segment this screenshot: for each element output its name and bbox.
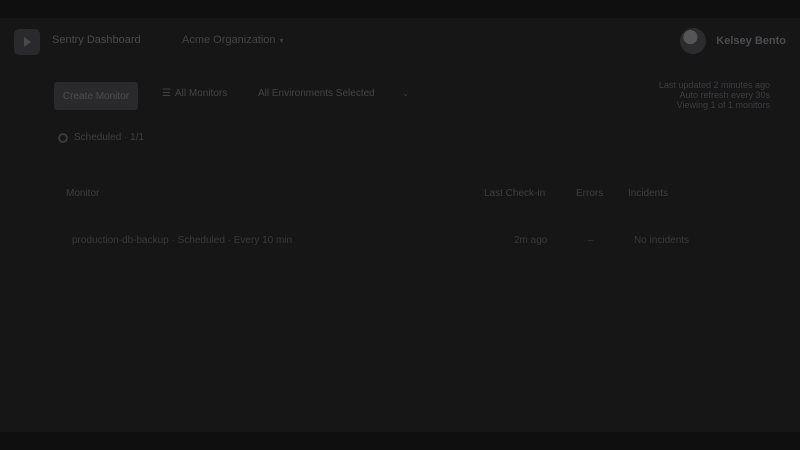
filter-label: All Monitors bbox=[174, 88, 228, 99]
play-glyph-icon bbox=[24, 37, 31, 47]
column-header-last-check-in[interactable]: Last Check-in bbox=[484, 188, 545, 199]
play-box-icon[interactable] bbox=[14, 29, 40, 55]
column-header-incidents[interactable]: Incidents bbox=[628, 188, 668, 199]
user-name: Kelsey Bento bbox=[716, 35, 786, 47]
column-header-errors[interactable]: Errors bbox=[576, 188, 603, 199]
project-switcher[interactable]: Acme Organization ▾ bbox=[182, 34, 284, 46]
toolbar: Create Monitor ☰ All Monitors All Enviro… bbox=[0, 80, 800, 114]
user-menu[interactable]: Kelsey Bento bbox=[680, 28, 786, 54]
status-row: Scheduled · 1/1 bbox=[58, 132, 144, 143]
meta-line: Last updated 2 minutes ago bbox=[658, 80, 770, 90]
app-window: Sentry Dashboard Acme Organization ▾ Kel… bbox=[0, 18, 800, 432]
column-header-monitor[interactable]: Monitor bbox=[66, 188, 99, 199]
avatar[interactable] bbox=[680, 28, 707, 54]
incidents-cell: No incidents bbox=[634, 235, 690, 246]
filter-icon: ☰ bbox=[162, 88, 171, 99]
table-row[interactable]: production-db-backup · Scheduled · Every… bbox=[0, 232, 800, 254]
meta-info: Last updated 2 minutes ago Auto refresh … bbox=[620, 80, 770, 110]
app-name: Sentry Dashboard bbox=[52, 34, 141, 46]
status-label: Scheduled · 1/1 bbox=[74, 132, 145, 143]
environment-select[interactable]: All Environments Selected bbox=[258, 88, 375, 99]
chevron-down-icon[interactable]: ⌄ bbox=[402, 88, 410, 99]
meta-line: Auto refresh every 30s bbox=[679, 90, 770, 100]
create-monitor-button[interactable]: Create Monitor bbox=[54, 82, 138, 110]
chevron-down-icon: ▾ bbox=[279, 35, 284, 45]
filter-button[interactable]: ☰ All Monitors bbox=[162, 88, 227, 99]
errors-cell: – bbox=[588, 235, 594, 246]
last-check-in-cell: 2m ago bbox=[514, 235, 548, 246]
meta-line: Viewing 1 of 1 monitors bbox=[676, 100, 770, 110]
circle-status-icon bbox=[58, 132, 68, 143]
project-switcher-label: Acme Organization bbox=[182, 34, 276, 46]
monitor-name-cell[interactable]: production-db-backup · Scheduled · Every… bbox=[72, 235, 292, 246]
header-bar: Sentry Dashboard Acme Organization ▾ Kel… bbox=[0, 18, 800, 64]
table-header: Monitor Last Check-in Errors Incidents bbox=[0, 186, 800, 204]
